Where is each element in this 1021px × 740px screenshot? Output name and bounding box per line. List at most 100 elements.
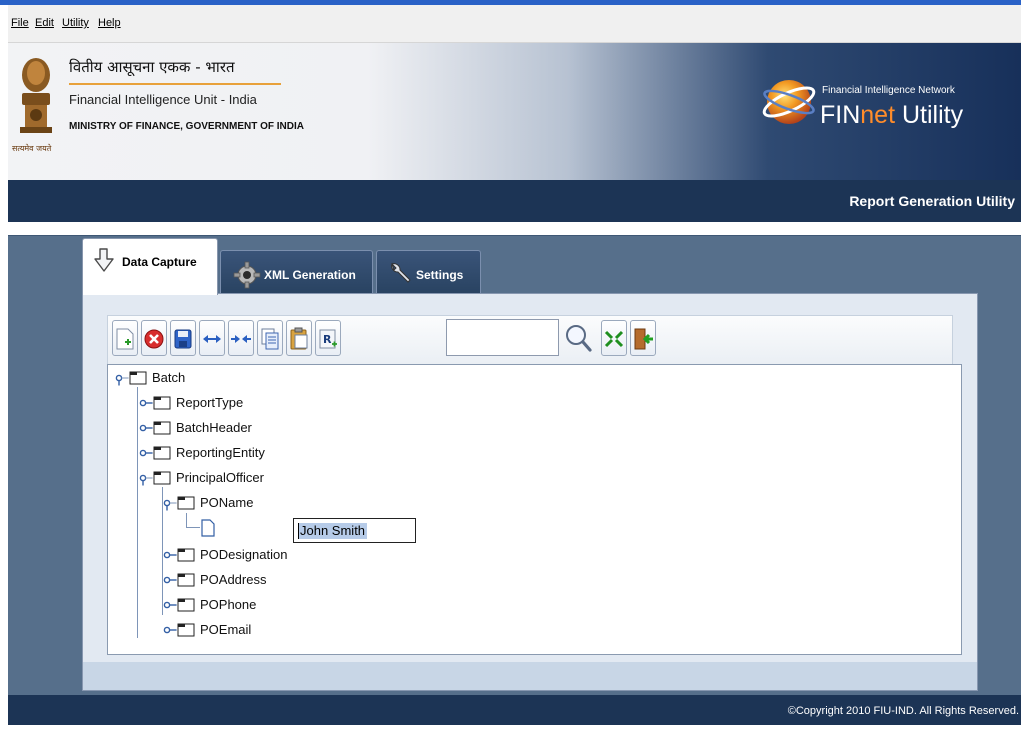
exit-button[interactable]	[630, 320, 656, 356]
hindi-title: वितीय आसूचना एकक - भारत	[69, 58, 235, 76]
data-capture-panel: R Batch ReportType BatchHeader Reporting…	[82, 293, 978, 691]
menu-file[interactable]: File	[11, 17, 29, 29]
paste-button[interactable]	[286, 320, 312, 356]
tree-edit-field[interactable]: John Smith	[293, 518, 416, 543]
gear-icon	[233, 261, 261, 289]
tree-node-pophone[interactable]: POPhone	[163, 596, 256, 613]
hand-down-icon	[94, 248, 114, 272]
finnet-globe-logo-icon	[762, 80, 816, 124]
tree-node-label: PODesignation	[200, 547, 288, 562]
main-top-band	[8, 222, 1021, 236]
tree-node-label: POAddress	[200, 572, 267, 587]
main-area: Data Capture XML Generation Settings R B…	[8, 222, 1021, 695]
tree-node-label: BatchHeader	[176, 420, 252, 435]
search-input[interactable]	[446, 319, 559, 356]
tab-data-capture-label: Data Capture	[122, 255, 197, 269]
menu-help[interactable]: Help	[98, 17, 121, 29]
tree-node-batch-label: Batch	[152, 370, 186, 385]
expand-icon	[203, 335, 221, 343]
search-icon[interactable]	[564, 322, 594, 354]
panel-footer	[83, 662, 977, 690]
toolbar: R	[107, 315, 953, 371]
save-button[interactable]	[170, 320, 196, 356]
tree-node-label: ReportingEntity	[176, 445, 265, 460]
tree-node-podesignation[interactable]: PODesignation	[163, 546, 287, 563]
copy-button[interactable]	[257, 320, 283, 356]
ministry-name: MINISTRY OF FINANCE, GOVERNMENT OF INDIA	[69, 121, 305, 132]
title-strip: Report Generation Utility	[8, 180, 1021, 222]
paste-icon	[290, 327, 308, 350]
menu-utility-label: Utility	[62, 17, 89, 29]
tree-node-poaddress[interactable]: POAddress	[163, 571, 266, 588]
menu-utility[interactable]: Utility	[62, 17, 89, 29]
tree-node-principalofficer[interactable]: PrincipalOfficer	[139, 469, 264, 486]
tab-settings[interactable]: Settings	[376, 250, 481, 296]
brand-net: net	[860, 101, 896, 129]
exit-icon	[634, 328, 653, 350]
footer: ©Copyright 2010 FIU-IND. All Rights Rese…	[8, 695, 1021, 725]
folder-icon	[163, 548, 195, 562]
menu-edit[interactable]: Edit	[35, 17, 54, 29]
batch-tree: Batch ReportType BatchHeader ReportingEn…	[107, 364, 962, 655]
folder-icon	[139, 396, 171, 410]
brand-utility: Utility	[895, 101, 964, 129]
tree-node-label: POEmail	[200, 622, 252, 637]
page-title: Report Generation Utility	[849, 193, 1015, 209]
menu-bar: File Edit Utility Help	[8, 5, 1021, 43]
folder-icon	[139, 446, 171, 460]
tab-data-capture[interactable]: Data Capture	[82, 238, 218, 295]
tree-guide-leaf	[186, 527, 200, 528]
brand-title: FINnet Utility	[820, 101, 963, 130]
menu-file-label: File	[11, 17, 29, 29]
tree-node-label: POName	[200, 495, 254, 510]
collapse-button[interactable]	[228, 320, 254, 356]
copy-icon	[261, 328, 279, 350]
tree-node-label: PrincipalOfficer	[176, 470, 264, 485]
emblem-motto: सत्यमेव जयते	[12, 144, 52, 153]
tree-node-poemail[interactable]: POEmail	[163, 621, 251, 638]
tree-node-reporttype[interactable]: ReportType	[139, 394, 243, 411]
delete-icon	[144, 329, 164, 349]
svg-text:R: R	[323, 333, 332, 346]
text-caret	[298, 523, 299, 539]
report-icon: R	[319, 329, 337, 349]
collapse-icon	[231, 335, 251, 343]
tree-node-label: POPhone	[200, 597, 257, 612]
tree-guide-root	[137, 387, 138, 638]
folder-open-icon	[163, 496, 195, 511]
folder-icon	[163, 623, 195, 637]
tab-xml-generation-label: XML Generation	[264, 268, 356, 282]
wrench-icon	[391, 262, 411, 283]
menu-edit-label: Edit	[35, 17, 54, 29]
unit-name: Financial Intelligence Unit - India	[69, 92, 257, 107]
app-window: File Edit Utility Help सत्यमेव जयते विती…	[8, 5, 1021, 725]
new-document-icon	[116, 328, 134, 350]
header-banner: सत्यमेव जयते वितीय आसूचना एकक - भारत Fin…	[8, 43, 1021, 180]
tree-node-reportingentity[interactable]: ReportingEntity	[139, 444, 265, 461]
brand-fin: FIN	[820, 101, 861, 129]
folder-icon	[163, 598, 195, 612]
tree-edit-value: John Smith	[298, 523, 368, 539]
menu-help-label: Help	[98, 17, 121, 29]
tab-xml-generation[interactable]: XML Generation	[220, 250, 373, 296]
delete-button[interactable]	[141, 320, 167, 356]
tab-settings-label: Settings	[416, 268, 464, 282]
folder-open-icon	[139, 471, 171, 486]
folder-icon	[163, 573, 195, 587]
fit-button[interactable]	[601, 320, 627, 356]
document-icon	[201, 519, 215, 537]
national-emblem-icon	[20, 58, 52, 133]
report-button[interactable]: R	[315, 320, 341, 356]
tree-node-poname[interactable]: POName	[163, 494, 253, 511]
tree-guide-poname	[186, 513, 187, 527]
expand-button[interactable]	[199, 320, 225, 356]
folder-icon	[139, 421, 171, 435]
tree-node-batchheader[interactable]: BatchHeader	[139, 419, 252, 436]
fit-icon	[604, 330, 624, 348]
tree-node-batch[interactable]: Batch	[115, 369, 185, 386]
network-label: Financial Intelligence Network	[822, 85, 955, 96]
save-icon	[174, 329, 192, 349]
new-button[interactable]	[112, 320, 138, 356]
header-divider	[69, 83, 281, 85]
copyright-text: ©Copyright 2010 FIU-IND. All Rights Rese…	[787, 705, 1019, 717]
